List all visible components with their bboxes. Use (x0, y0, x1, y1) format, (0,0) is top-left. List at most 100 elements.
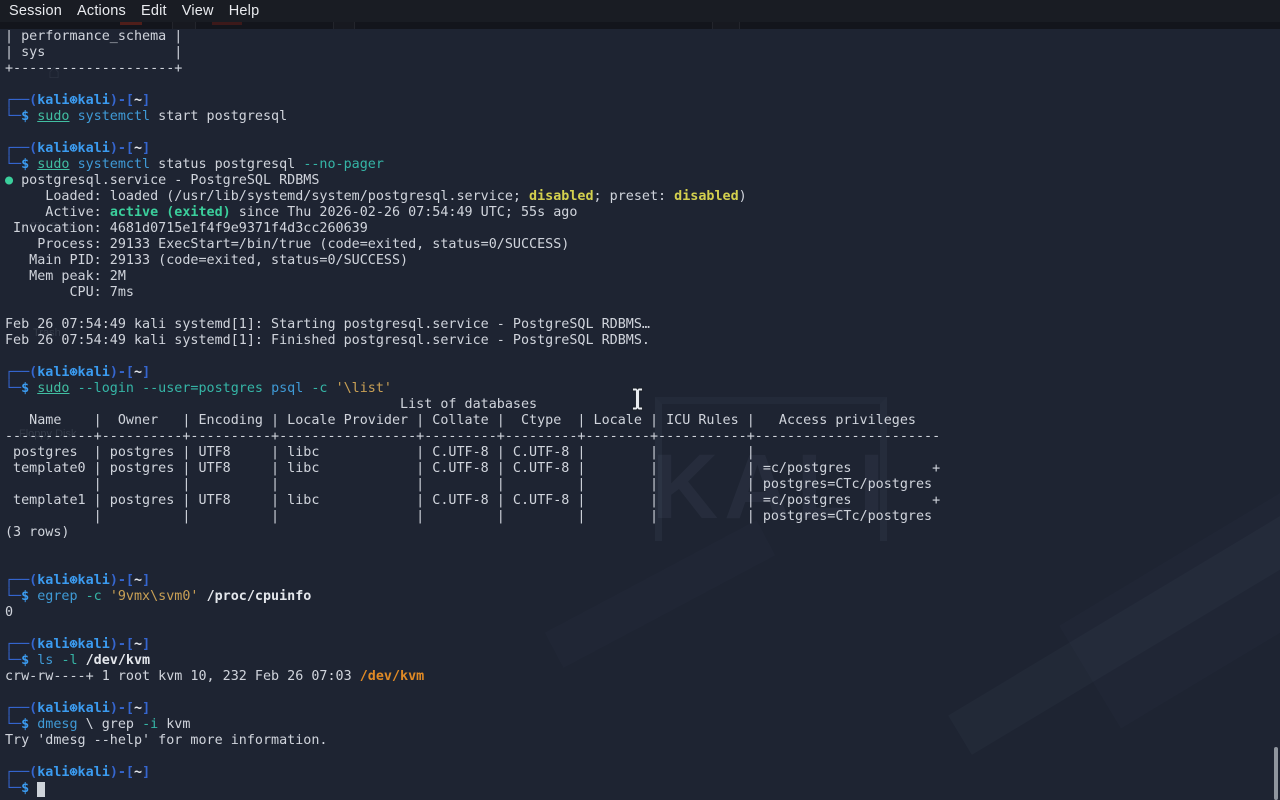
text-segment: ┌──( (5, 141, 37, 156)
text-segment: )-[ (110, 93, 134, 108)
text-segment: +--------------------+ (5, 61, 182, 76)
terminal-line: | performance_schema | (5, 29, 940, 45)
menu-item-edit[interactable]: Edit (141, 0, 167, 22)
text-segment: disabled (674, 189, 739, 204)
terminal-line: Invocation: 4681d0715e1f4f9e9371f4d3cc26… (5, 221, 940, 237)
terminal-line: ┌──(kali⊛kali)-[~] (5, 141, 940, 157)
text-segment (78, 653, 86, 668)
text-segment: )-[ (110, 365, 134, 380)
text-segment (102, 589, 110, 604)
terminal-line (5, 541, 940, 557)
text-segment: ~ (134, 365, 142, 380)
terminal-line: template0 | postgres | UTF8 | libc | C.U… (5, 461, 940, 477)
text-segment: -l (61, 653, 77, 668)
terminal-line: Try 'dmesg --help' for more information. (5, 733, 940, 749)
text-segment: ] (142, 141, 150, 156)
text-segment: kali⊛kali (37, 365, 110, 380)
text-segment: '9vmx\svm0' (110, 589, 199, 604)
text-segment (199, 589, 207, 604)
text-segment (328, 381, 336, 396)
text-segment: $ (21, 781, 29, 796)
text-segment: psql (271, 381, 303, 396)
terminal-line (5, 621, 940, 637)
text-segment: Mem peak: 2M (5, 269, 126, 284)
text-segment: --no-pager (303, 157, 384, 172)
text-segment: CPU: 7ms (5, 285, 134, 300)
text-segment: └─ (5, 157, 21, 172)
terminal-line: Mem peak: 2M (5, 269, 940, 285)
terminal-line: | | | | | | | | postgres=CTc/postgres (5, 509, 940, 525)
terminal-line: ┌──(kali⊛kali)-[~] (5, 573, 940, 589)
terminal-text-cursor (37, 782, 45, 797)
text-segment: --user=postgres (142, 381, 263, 396)
text-segment: | | | | | | | | postgres=CTc/postgres (5, 509, 932, 524)
text-segment: | | | | | | | | postgres=CTc/postgres (5, 477, 932, 492)
background-window-strip (0, 22, 1280, 29)
terminal-line (5, 77, 940, 93)
text-segment: '\list' (336, 381, 392, 396)
text-segment: )-[ (110, 573, 134, 588)
text-segment (70, 109, 78, 124)
text-segment: ~ (134, 141, 142, 156)
text-segment: ~ (134, 573, 142, 588)
text-segment: ] (142, 637, 150, 652)
terminal-line (5, 349, 940, 365)
text-segment: sudo (37, 157, 69, 172)
terminal-line: CPU: 7ms (5, 285, 940, 301)
text-segment: sudo (37, 381, 69, 396)
text-segment: ┌──( (5, 93, 37, 108)
menu-item-actions[interactable]: Actions (77, 0, 126, 22)
terminal-line: postgres | postgres | UTF8 | libc | C.UT… (5, 445, 940, 461)
text-segment: systemctl (78, 109, 151, 124)
text-segment: Main PID: 29133 (code=exited, status=0/S… (5, 253, 408, 268)
text-segment: ) (739, 189, 747, 204)
text-segment: └─ (5, 717, 21, 732)
text-segment: -i (142, 717, 158, 732)
text-segment: kali⊛kali (37, 573, 110, 588)
text-segment: ls (37, 653, 53, 668)
text-segment: ] (142, 93, 150, 108)
menu-item-view[interactable]: View (182, 0, 214, 22)
text-segment: ~ (134, 765, 142, 780)
terminal-output: | performance_schema || sys |+----------… (5, 29, 940, 797)
menu-item-session[interactable]: Session (9, 0, 62, 22)
terminal-line (5, 125, 940, 141)
text-segment: Try 'dmesg --help' for more information. (5, 733, 327, 748)
scrollbar-thumb[interactable] (1274, 747, 1278, 800)
text-segment: $ (21, 109, 29, 124)
text-segment (29, 781, 37, 796)
terminal-line: | | | | | | | | postgres=CTc/postgres (5, 477, 940, 493)
text-segment: start postgresql (150, 109, 287, 124)
text-segment: )-[ (110, 141, 134, 156)
text-segment: dmesg (37, 717, 77, 732)
text-segment: postgresql.service - PostgreSQL RDBMS (13, 173, 319, 188)
text-segment: kali⊛kali (37, 765, 110, 780)
text-segment: ● (5, 173, 13, 188)
text-segment: Process: 29133 ExecStart=/bin/true (code… (5, 237, 569, 252)
terminal-line (5, 557, 940, 573)
text-segment: status postgresql (150, 157, 303, 172)
text-segment: $ (21, 589, 29, 604)
terminal-line: +--------------------+ (5, 61, 940, 77)
terminal-line: 0 (5, 605, 940, 621)
mouse-cursor-ibeam (630, 387, 645, 417)
text-segment: )-[ (110, 701, 134, 716)
terminal-line: ┌──(kali⊛kali)-[~] (5, 701, 940, 717)
text-segment: )-[ (110, 765, 134, 780)
text-segment: $ (21, 157, 29, 172)
text-segment: └─ (5, 109, 21, 124)
text-segment: /dev/kvm (86, 653, 151, 668)
text-segment: active (exited) (110, 205, 231, 220)
text-segment: ] (142, 573, 150, 588)
text-segment: └─ (5, 781, 21, 796)
terminal-line: Process: 29133 ExecStart=/bin/true (code… (5, 237, 940, 253)
text-segment: kali⊛kali (37, 93, 110, 108)
text-segment: $ (21, 653, 29, 668)
text-segment: ] (142, 765, 150, 780)
text-segment: Name | Owner | Encoding | Locale Provide… (5, 413, 916, 428)
terminal-line: └─$ sudo --login --user=postgres psql -c… (5, 381, 940, 397)
text-segment: \ grep (78, 717, 143, 732)
menu-item-help[interactable]: Help (229, 0, 260, 22)
text-segment: Invocation: 4681d0715e1f4f9e9371f4d3cc26… (5, 221, 368, 236)
terminal-line: Feb 26 07:54:49 kali systemd[1]: Finishe… (5, 333, 940, 349)
